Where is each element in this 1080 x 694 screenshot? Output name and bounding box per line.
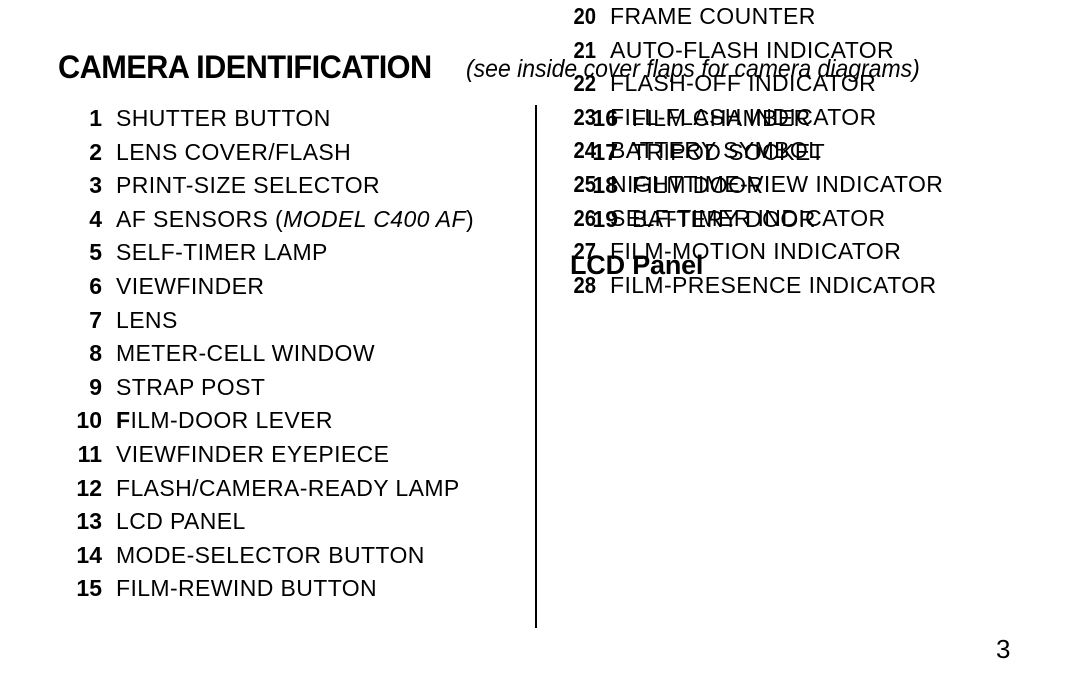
list-item-number: 11 (77, 440, 102, 467)
list-item-number: 27 (573, 238, 596, 265)
list-item: 22 FLASH-OFF INDICATOR (548, 67, 1068, 101)
list-item-number: 7 (89, 306, 102, 333)
list-item: 21 AUTO-FLASH INDICATOR (548, 34, 1068, 68)
list-item: 13 LCD PANEL (56, 505, 474, 539)
list-item-label: VIEWFINDER (116, 272, 265, 299)
list-item-number: 20 (573, 3, 596, 29)
list-item-label: FILM-MOTION INDICATOR (610, 238, 902, 265)
list-item-label: BATTERY SYMBOL (610, 137, 822, 164)
list-item-number: 9 (89, 373, 102, 400)
list-item: 28 FILM-PRESENCE INDICATOR (548, 269, 1068, 303)
list-item-label: SHUTTER BUTTON (116, 105, 331, 131)
list-item-label: AF SENSORS (MODEL C400 AF) (116, 205, 475, 232)
list-item: 1 SHUTTER BUTTON (56, 102, 474, 136)
list-item-label: AUTO-FLASH INDICATOR (610, 36, 895, 63)
list-item: 23 FILL-FLASH INDICATOR (548, 101, 1068, 135)
list-item-number: 22 (573, 70, 596, 97)
list-item-label: FLASH-OFF INDICATOR (610, 70, 877, 97)
lcd-panel-indicator-list: 20 FRAME COUNTER 21 AUTO-FLASH INDICATOR 22 F… (548, 0, 1068, 302)
list-item: 24 BATTERY SYMBOL (548, 134, 1068, 168)
list-item-label-lead: F (116, 407, 131, 434)
list-item-number: 4 (89, 205, 102, 232)
list-item: 10 FILM-DOOR LEVER (56, 404, 474, 438)
list-item: 11 VIEWFINDER EYEPIECE (56, 438, 474, 472)
list-item-label: STRAP POST (116, 373, 266, 400)
list-item-number: 24 (573, 137, 596, 164)
list-item-label-emphasis: MODEL C400 AF (283, 205, 466, 232)
list-item-number: 3 (89, 172, 102, 199)
list-item-label: NIGHTTIME-VIEW INDICATOR (610, 170, 944, 197)
list-item-number: 6 (89, 272, 102, 299)
list-item-label: SELF-TIMER LAMP (116, 239, 328, 266)
list-item: 26 SELF-TIMER INDICATOR (548, 202, 1068, 236)
list-item-number: 15 (76, 575, 102, 602)
list-item: 14 MODE-SELECTOR BUTTON (56, 539, 474, 573)
list-item-label: SELF-TIMER INDICATOR (610, 204, 886, 231)
list-item-label: FILM-REWIND BUTTON (116, 575, 378, 602)
list-item: 27 FILM-MOTION INDICATOR (548, 235, 1068, 269)
list-item-number: 23 (573, 103, 596, 130)
page-number: 3 (996, 634, 1011, 664)
list-item: 3 PRINT-SIZE SELECTOR (56, 169, 474, 203)
list-item-number: 8 (89, 340, 102, 367)
column-divider (535, 105, 537, 628)
list-item-label: FILL-FLASH INDICATOR (610, 103, 877, 130)
list-item-label: METER-CELL WINDOW (116, 340, 375, 367)
list-item: 8 METER-CELL WINDOW (56, 337, 474, 371)
list-item-label: LENS (116, 306, 178, 333)
right-column: 16 FILM CHAMBER 17 TRIPOD SOCKET 18 FILM DOOR… (548, 0, 1068, 302)
list-item-number: 26 (573, 204, 596, 231)
list-item: 4 AF SENSORS (MODEL C400 AF) (56, 203, 474, 237)
list-item-label: FLASH/CAMERA-READY LAMP (116, 474, 460, 501)
list-item-label: FRAME COUNTER (610, 3, 816, 29)
list-item: 2 LENS COVER/FLASH (56, 136, 474, 170)
list-item: 5 SELF-TIMER LAMP (56, 236, 474, 270)
list-item: 7 LENS (56, 304, 474, 338)
list-item-number: 21 (573, 36, 596, 63)
list-item-number: 14 (76, 541, 102, 568)
list-item-label: MODE-SELECTOR BUTTON (116, 541, 425, 568)
list-item-label: FILM-PRESENCE INDICATOR (610, 271, 937, 298)
list-item-number: 5 (89, 239, 102, 266)
list-item-label: VIEWFINDER EYEPIECE (116, 440, 390, 467)
list-item-label: PRINT-SIZE SELECTOR (116, 172, 381, 199)
list-item: 6 VIEWFINDER (56, 270, 474, 304)
camera-parts-list-left: 1 SHUTTER BUTTON 2 LENS COVER/FLASH 3 PRINT-S… (56, 102, 474, 606)
list-item-number: 13 (76, 508, 102, 535)
list-item-number: 25 (573, 170, 596, 197)
list-item: 15 FILM-REWIND BUTTON (56, 572, 474, 606)
page-title: CAMERA IDENTIFICATION (58, 49, 432, 85)
list-item: 9 STRAP POST (56, 371, 474, 405)
list-item: 20 FRAME COUNTER (548, 0, 1068, 34)
list-item-label: LCD PANEL (116, 508, 246, 535)
list-item-label: FILM-DOOR LEVER (116, 407, 333, 434)
list-item-label: LENS COVER/FLASH (116, 138, 352, 165)
list-item-number: 12 (76, 474, 102, 501)
list-item-number: 10 (76, 407, 102, 434)
list-item-number: 1 (89, 105, 102, 131)
list-item: 25 NIGHTTIME-VIEW INDICATOR (548, 168, 1068, 202)
list-item-number: 2 (89, 138, 102, 165)
list-item-number: 28 (573, 271, 596, 298)
list-item: 12 FLASH/CAMERA-READY LAMP (56, 472, 474, 506)
